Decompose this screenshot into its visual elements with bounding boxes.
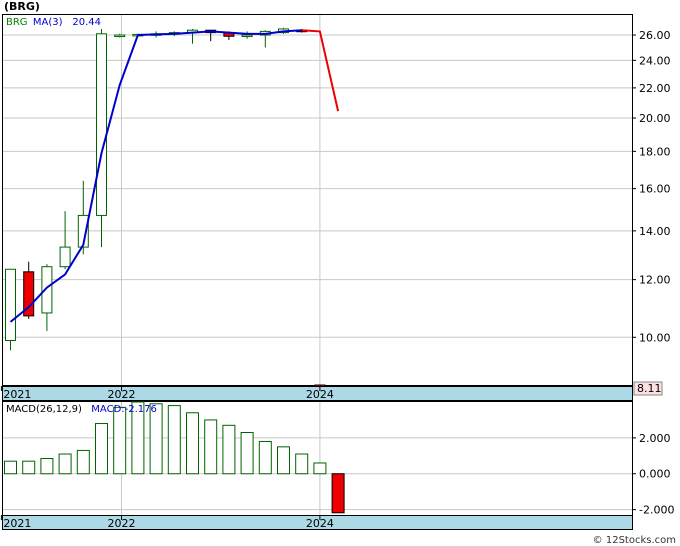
macd-bar xyxy=(277,446,290,475)
price-y-tick-label: 14.00 xyxy=(639,225,671,238)
candle-body xyxy=(241,34,253,38)
macd-legend: MACD(26,12,9) MACD:-2.176 xyxy=(6,404,157,415)
candle-body xyxy=(59,246,71,268)
price-y-tick-label: 26.00 xyxy=(639,29,671,42)
macd-bar xyxy=(240,431,254,475)
macd-legend-item: MACD:-2.176 xyxy=(91,404,157,415)
macd-x-tick-label: 2022 xyxy=(108,517,136,530)
candle-body xyxy=(96,33,107,216)
macd-y-axis: -2.000 0.000 2.000 xyxy=(632,432,674,517)
candle-body xyxy=(41,266,53,314)
macd-bar xyxy=(313,462,327,475)
price-legend-item: 20.44 xyxy=(72,17,101,28)
macd-bar xyxy=(258,440,272,475)
macd-x-tick-label: 2024 xyxy=(306,517,334,530)
candle-body xyxy=(114,34,126,38)
price-legend-item: BRG xyxy=(6,17,28,28)
price-y-tick-label: 20.00 xyxy=(639,112,671,125)
macd-y-tick-label: -2.000 xyxy=(639,504,674,517)
macd-bar xyxy=(76,449,90,475)
price-y-tick-label: 24.00 xyxy=(639,54,671,67)
stock-chart: 10.00 12.00 14.00 16.00 18.00 20.00 22.00 24.00… xyxy=(0,14,674,530)
macd-y-tick-label: 2.000 xyxy=(639,432,671,445)
macd-bar xyxy=(58,453,72,475)
macd-bar xyxy=(222,424,236,475)
macd-y-tick-label: 0.000 xyxy=(639,468,671,481)
price-y-tick-label: 18.00 xyxy=(639,145,671,158)
last-price-label: 8.11 xyxy=(637,382,662,395)
last-price-tag: 8.11 xyxy=(633,381,663,396)
macd-bar xyxy=(95,423,108,475)
macd-bar xyxy=(40,458,54,475)
macd-bar xyxy=(331,473,345,514)
macd-bar xyxy=(204,419,218,475)
price-legend-item: MA(3) xyxy=(33,17,63,28)
macd-bar xyxy=(113,406,127,475)
macd-bar xyxy=(4,460,17,475)
macd-bar xyxy=(167,405,181,475)
price-x-tick-label: 2024 xyxy=(306,388,334,401)
macd-x-tick-label: 2021 xyxy=(3,517,31,530)
price-x-tick-label: 2021 xyxy=(3,388,31,401)
price-y-tick-label: 10.00 xyxy=(639,331,671,344)
price-y-tick-label: 16.00 xyxy=(639,183,671,196)
site-credit: © 12Stocks.com xyxy=(592,535,676,546)
macd-legend-item: MACD(26,12,9) xyxy=(6,404,82,415)
price-y-axis: 10.00 12.00 14.00 16.00 18.00 20.00 22.00 24.00… xyxy=(632,29,671,344)
price-y-tick-label: 12.00 xyxy=(639,274,671,287)
price-x-tick-label: 2022 xyxy=(108,388,136,401)
macd-bar xyxy=(295,453,309,475)
macd-bar xyxy=(186,412,199,475)
price-y-tick-label: 22.00 xyxy=(639,82,671,95)
candle-body xyxy=(5,268,16,341)
macd-bar xyxy=(22,460,36,475)
price-legend: BRG MA(3) 20.44 xyxy=(6,17,101,28)
